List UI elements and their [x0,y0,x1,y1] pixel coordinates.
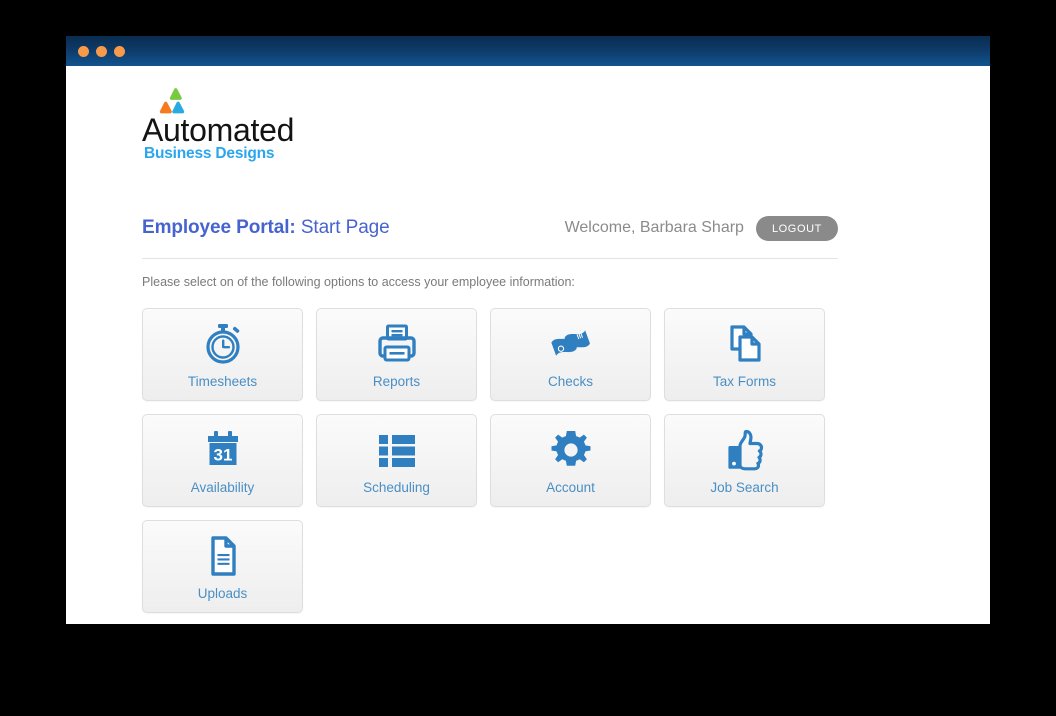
tile-timesheets[interactable]: Timesheets [142,308,303,401]
page-body: Automated Business Designs Employee Port… [66,66,990,624]
documents-copy-icon [723,321,767,367]
tile-label: Tax Forms [712,373,776,389]
welcome-message: Welcome, Barbara Sharp [564,219,744,236]
page-title: Employee Portal: Start Page [142,217,390,239]
brand-logo[interactable]: Automated Business Designs [142,66,838,161]
page-title-suffix: Start Page [300,217,390,238]
page-title-prefix: Employee Portal: [142,217,296,238]
thumbs-up-icon [723,427,767,473]
tile-availability[interactable]: 31 Availability [142,414,303,507]
calendar-31-icon: 31 [201,427,245,473]
window-controls [78,36,125,66]
tile-tax-forms[interactable]: Tax Forms [664,308,825,401]
tile-label: Availability [190,479,255,495]
close-dot-icon[interactable] [78,45,89,57]
tile-checks[interactable]: Checks [490,308,651,401]
tile-label: Timesheets [187,373,258,389]
calendar-day-number: 31 [213,445,232,464]
tile-account[interactable]: Account [490,414,651,507]
user-area: Welcome, Barbara Sharp LOGOUT [564,215,838,241]
tile-scheduling[interactable]: Scheduling [316,414,477,507]
document-lines-icon [201,533,245,579]
instructions-text: Please select on of the following option… [142,275,575,289]
browser-window: Automated Business Designs Employee Port… [66,36,990,624]
tile-label: Job Search [710,479,779,495]
page-header: Employee Portal: Start Page Welcome, Bar… [142,208,838,259]
options-grid: Timesheets Reports Checks Tax Forms 31 A… [142,308,838,613]
banknotes-icon [548,321,594,367]
tile-reports[interactable]: Reports [316,308,477,401]
tile-label: Account [546,479,595,495]
content-container: Automated Business Designs Employee Port… [142,66,838,624]
tile-label: Reports [372,373,421,389]
tile-label: Checks [547,373,593,389]
tile-job-search[interactable]: Job Search [664,414,825,507]
maximize-dot-icon[interactable] [114,45,125,57]
screenshot-stage: Automated Business Designs Employee Port… [0,0,1056,716]
stopwatch-icon [201,321,245,367]
logout-button[interactable]: LOGOUT [755,215,838,241]
logo-subtitle: Business Designs [144,145,275,162]
gear-icon [549,427,593,473]
logo-wordmark: Automated [142,112,295,148]
window-titlebar[interactable] [66,36,990,66]
tile-label: Scheduling [363,479,430,495]
tile-uploads[interactable]: Uploads [142,520,303,613]
tile-label: Uploads [197,585,248,601]
list-grid-icon [374,427,420,473]
minimize-dot-icon[interactable] [96,45,107,57]
printer-icon [375,321,419,367]
